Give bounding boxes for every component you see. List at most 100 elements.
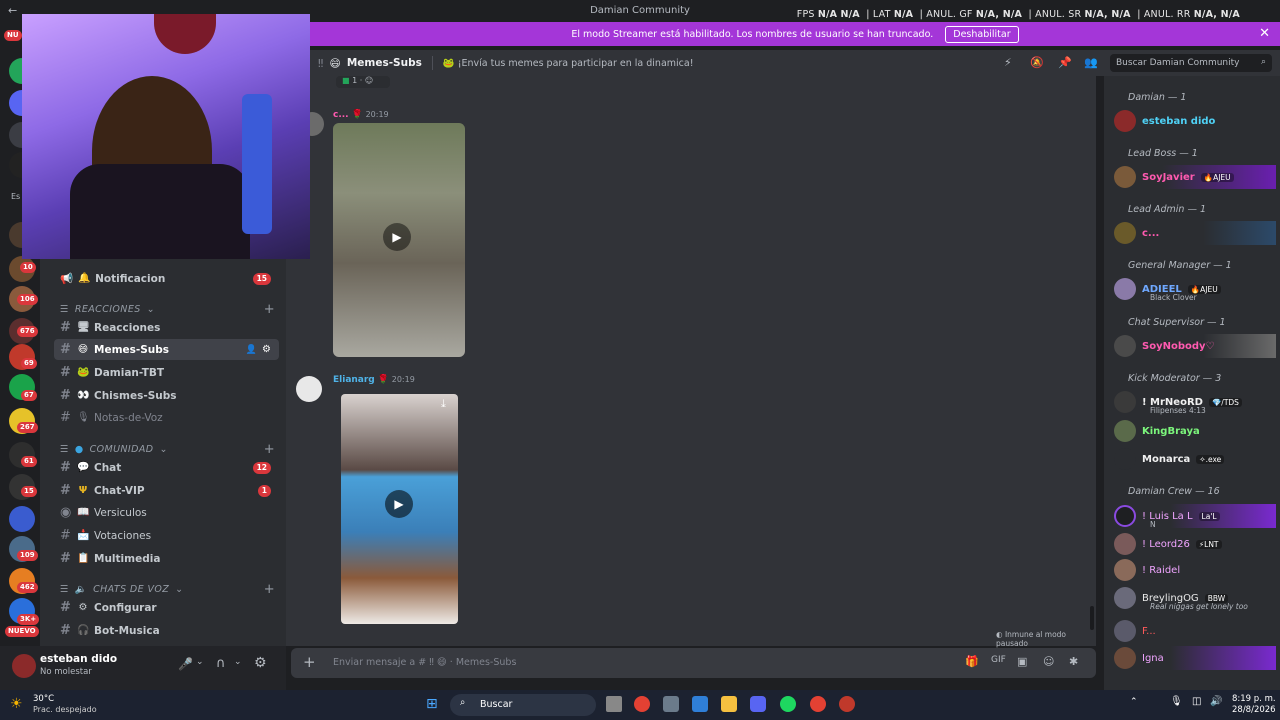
hash-icon: #	[60, 388, 71, 403]
member-item[interactable]: ! Raidel	[1114, 558, 1276, 582]
volume-icon[interactable]: 🔊	[1210, 696, 1222, 707]
member-item[interactable]: BreylingOG BBW Real niggas get lonely too	[1114, 586, 1276, 611]
close-icon[interactable]: ✕	[1259, 26, 1270, 41]
hash-icon: #	[60, 623, 71, 638]
category-label: REACCIONES	[74, 304, 141, 315]
mic-icon[interactable]: 🎙	[1170, 696, 1183, 707]
threads-icon[interactable]: ⚡	[1004, 56, 1012, 69]
avatar[interactable]	[296, 376, 322, 402]
clock-time[interactable]: 8:19 p. m.	[1232, 694, 1276, 704]
microphone-icon[interactable]: 🎤	[178, 657, 193, 671]
unread-badge: 109	[17, 550, 38, 561]
back-arrow-icon[interactable]: ←	[8, 4, 17, 17]
category-chats-de-voz[interactable]: ☰ 🔈 CHATS DE VOZ ⌄ +	[60, 582, 275, 597]
chevron-up-icon[interactable]: ⌃	[1130, 697, 1138, 707]
pin-icon[interactable]: 📌	[1058, 56, 1072, 69]
channel-multimedia[interactable]: # 📋 Multimedia	[54, 548, 279, 569]
category-reacciones[interactable]: ☰ REACCIONES ⌄ +	[60, 302, 275, 317]
app-icon[interactable]	[692, 696, 708, 712]
member-item[interactable]: ADIEEL 🔥AJEU Black Clover	[1114, 277, 1276, 302]
timestamp: 20:19	[365, 110, 389, 119]
megaphone-icon: 📢	[60, 273, 74, 285]
wifi-icon[interactable]: ◫	[1192, 696, 1201, 707]
gear-icon[interactable]: ⚙	[262, 344, 271, 355]
channel-label: Notificacion	[95, 272, 166, 285]
windows-start-icon[interactable]: ⊞	[426, 696, 438, 712]
chrome-icon[interactable]	[810, 696, 826, 712]
app-icon[interactable]	[839, 696, 855, 712]
task-view-icon[interactable]	[606, 696, 622, 712]
member-item[interactable]: Igna	[1114, 646, 1276, 670]
search-input[interactable]: Buscar Damian Community ⌕	[1110, 54, 1272, 72]
channel-header: ‼ 😄 Memes-Subs 🐸 ¡Envía tus memes para p…	[310, 50, 1280, 76]
app-icon[interactable]	[663, 696, 679, 712]
member-item[interactable]: esteban dido	[1114, 109, 1276, 133]
sticker-icon[interactable]: ▣	[1017, 655, 1027, 668]
settings-gear-icon[interactable]: ⚙	[254, 655, 267, 671]
member-item[interactable]: ! MrNeoRD 💎/TDS Filipenses 4:13	[1114, 390, 1276, 415]
member-item[interactable]: F...	[1114, 619, 1276, 643]
clock-date[interactable]: 28/8/2026	[1232, 705, 1276, 715]
microphone	[242, 94, 272, 234]
member-item[interactable]: SoyJavier 🔥AJEU	[1114, 165, 1276, 189]
member-item[interactable]: Monarca ✧.exe	[1114, 447, 1276, 471]
member-item[interactable]: KingBraya	[1114, 419, 1276, 443]
chevron-down-icon: ⌄	[146, 304, 156, 315]
channel-chismes-subs[interactable]: # 👀 Chismes-Subs	[54, 385, 279, 406]
author-name[interactable]: Elianarg	[333, 375, 375, 385]
spotify-icon[interactable]	[780, 696, 796, 712]
channel-reacciones[interactable]: # 🖥 Reacciones	[54, 317, 279, 338]
video-attachment[interactable]: ▶	[333, 123, 465, 357]
member-item[interactable]: SoyNobody♡	[1114, 334, 1276, 358]
member-item[interactable]: ! Leord26 ⚡LNT	[1114, 532, 1276, 556]
message-composer[interactable]: + Enviar mensaje a # ‼ 😄 · Memes-Subs 🎁 …	[291, 648, 1096, 678]
channel-notas-de-voz[interactable]: # 🎙 Notas-de-Voz	[54, 407, 279, 428]
emoji-icon[interactable]: ☺	[1043, 655, 1054, 668]
gif-icon[interactable]: GIF	[991, 655, 1006, 665]
channel-chat-vip[interactable]: # Ψ Chat-VIP 1	[54, 480, 279, 501]
discord-icon[interactable]	[750, 696, 766, 712]
apps-icon[interactable]: ✱	[1069, 655, 1078, 668]
add-member-icon[interactable]: 👤	[246, 345, 257, 355]
add-channel-icon[interactable]: +	[264, 442, 275, 457]
play-icon[interactable]: ▶	[385, 490, 413, 518]
channel-bot-musica[interactable]: # 🎧 Bot-Musica	[54, 620, 279, 641]
reaction-chip[interactable]: ■ 1 · ☺	[336, 76, 390, 88]
channel-emoji-icon: 📖	[77, 507, 90, 518]
channel-votaciones[interactable]: # 📩 Votaciones	[54, 525, 279, 546]
avatar[interactable]	[12, 654, 36, 678]
member-activity: Filipenses 4:13	[1150, 406, 1206, 415]
members-icon[interactable]: 👥	[1084, 56, 1098, 69]
channel-versiculos[interactable]: ◉ 📖 Versiculos	[54, 502, 279, 523]
taskbar-search[interactable]: ⌕ Buscar	[450, 694, 596, 716]
play-icon[interactable]: ▶	[383, 223, 411, 251]
channel-configurar[interactable]: # ⚙ Configurar	[54, 597, 279, 618]
channel-notificacion[interactable]: 📢 🔔 Notificacion 15	[54, 268, 279, 289]
category-comunidad[interactable]: ☰ ● COMUNIDAD ⌄ +	[60, 442, 275, 457]
channel-damian-tbt[interactable]: # 🐸 Damian-TBT	[54, 362, 279, 383]
file-explorer-icon[interactable]	[721, 696, 737, 712]
download-icon[interactable]: ⤓	[441, 397, 446, 411]
video-attachment[interactable]: ▶ ⤓	[341, 394, 458, 624]
headphones-icon[interactable]: ∩	[216, 656, 226, 671]
message-input[interactable]: Enviar mensaje a # ‼ 😄 · Memes-Subs	[333, 657, 516, 668]
chevron-down-icon[interactable]: ⌄	[234, 657, 242, 667]
role-header: Damian — 1	[1128, 92, 1187, 103]
chevron-down-icon[interactable]: ⌄	[196, 657, 204, 667]
member-item[interactable]: c...	[1114, 221, 1276, 245]
chrome-icon[interactable]	[634, 696, 650, 712]
member-item[interactable]: ! Luis La L La'L N	[1114, 504, 1276, 529]
gift-icon[interactable]: 🎁	[965, 655, 979, 668]
mute-bell-icon[interactable]: 🔕	[1030, 56, 1044, 69]
author-name[interactable]: c...	[333, 110, 349, 120]
add-channel-icon[interactable]: +	[264, 302, 275, 317]
channel-label: Damian-TBT	[94, 366, 165, 379]
channel-chat[interactable]: # 💬 Chat 12	[54, 457, 279, 478]
unread-badge: 15	[21, 486, 37, 497]
channel-memes-subs[interactable]: # 😄 Memes-Subs ⚙ 👤	[54, 339, 279, 360]
disable-streamer-button[interactable]: Deshabilitar	[945, 25, 1019, 43]
add-channel-icon[interactable]: +	[264, 582, 275, 597]
scrollbar[interactable]	[1090, 606, 1094, 630]
server-icon[interactable]	[9, 506, 35, 532]
add-attachment-icon[interactable]: +	[303, 653, 316, 671]
